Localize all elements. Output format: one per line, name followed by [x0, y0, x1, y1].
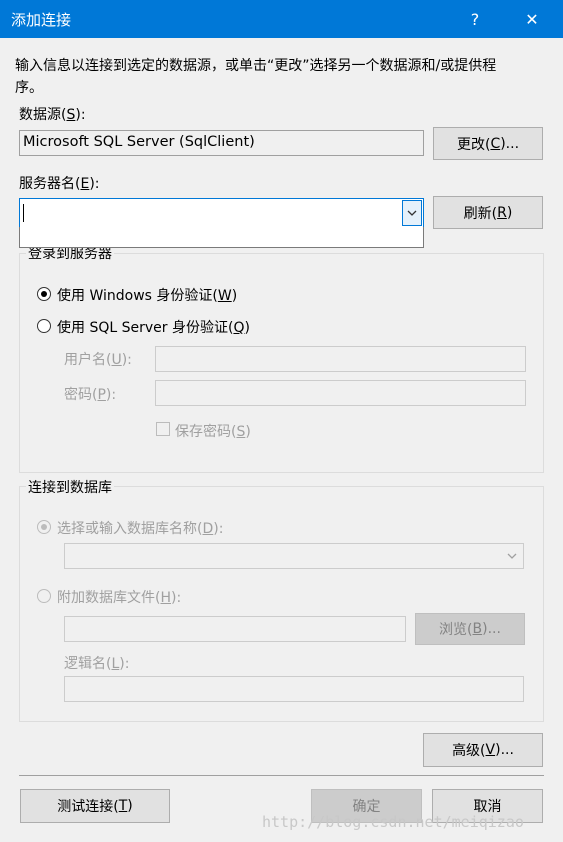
server-name-combobox[interactable] — [19, 198, 424, 228]
close-icon: ✕ — [525, 9, 539, 29]
attach-file-field[interactable] — [64, 616, 406, 642]
chevron-down-icon — [407, 210, 417, 216]
sql-auth-radio[interactable] — [37, 319, 51, 333]
server-name-label: 服务器名(E): — [19, 176, 100, 192]
refresh-button[interactable]: 刷新(R) — [433, 196, 543, 229]
close-button[interactable]: ✕ — [509, 0, 555, 38]
advanced-button[interactable]: 高级(V)... — [423, 733, 543, 767]
save-password-label[interactable]: 保存密码(S) — [175, 421, 251, 441]
browse-button[interactable]: 浏览(B)... — [415, 613, 525, 645]
password-field[interactable] — [155, 380, 526, 406]
help-button[interactable]: ? — [452, 0, 498, 38]
logical-name-label: 逻辑名(L): — [64, 656, 130, 672]
attach-file-radio[interactable] — [37, 589, 51, 603]
server-dropdown-button[interactable] — [402, 200, 422, 226]
datasource-field: Microsoft SQL Server (SqlClient) — [19, 130, 424, 156]
change-datasource-button[interactable]: 更改(C)... — [433, 127, 543, 160]
username-label: 用户名(U): — [64, 352, 132, 368]
attach-file-label[interactable]: 附加数据库文件(H): — [57, 587, 181, 607]
watermark-text: http://blog.csdn.net/meiqizao — [262, 813, 524, 831]
save-password-checkbox[interactable] — [156, 422, 170, 436]
password-label: 密码(P): — [64, 387, 117, 403]
server-dropdown-list[interactable] — [19, 227, 424, 248]
username-field[interactable] — [155, 346, 526, 372]
windows-auth-label[interactable]: 使用 Windows 身份验证(W) — [57, 285, 237, 305]
datasource-label: 数据源(S): — [19, 107, 86, 123]
text-caret — [23, 204, 24, 222]
select-db-label[interactable]: 选择或输入数据库名称(D): — [57, 518, 223, 538]
intro-text-line1: 输入信息以连接到选定的数据源，或单击“更改”选择另一个数据源和/或提供程 — [15, 58, 497, 74]
help-icon: ? — [470, 9, 480, 29]
footer-separator — [19, 775, 544, 776]
test-connection-button[interactable]: 测试连接(T) — [20, 789, 170, 823]
database-name-combobox[interactable] — [64, 543, 524, 569]
datasource-value: Microsoft SQL Server (SqlClient) — [23, 134, 255, 150]
window-title: 添加连接 — [11, 11, 72, 29]
windows-auth-radio[interactable] — [37, 287, 51, 301]
logical-name-field[interactable] — [64, 676, 524, 702]
select-db-radio[interactable] — [37, 520, 51, 534]
chevron-down-icon — [507, 553, 517, 559]
database-group-legend: 连接到数据库 — [26, 477, 114, 497]
intro-text-line2: 序。 — [15, 80, 43, 96]
sql-auth-label[interactable]: 使用 SQL Server 身份验证(Q) — [57, 317, 250, 337]
